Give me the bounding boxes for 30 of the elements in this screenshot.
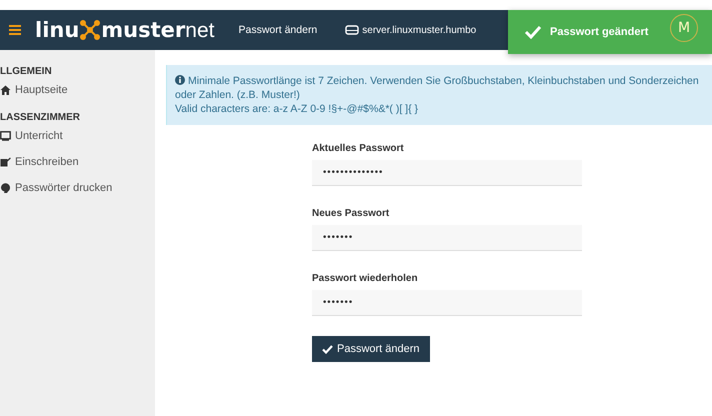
sidebar-heading: LLGEMEIN xyxy=(0,66,53,77)
sidebar-item[interactable]: Unterricht xyxy=(0,128,155,144)
change-password-button[interactable]: Passwort ändern xyxy=(312,336,430,362)
info-text: Minimale Passwortlänge ist 7 Zeichen. Verwenden Sie Großbuchstaben, Kleinbuchstaben und Sonderzeichen oder Zahlen. (z.B. Muster!) xyxy=(175,74,700,102)
checkmark-icon xyxy=(322,344,333,354)
sidebar-item[interactable]: Hauptseite xyxy=(0,82,155,98)
logo-text: muster xyxy=(101,20,186,40)
password-field[interactable]: •••••••••••••• xyxy=(312,160,582,186)
server-name: server.linuxmuster.humbo xyxy=(362,24,476,36)
home-icon xyxy=(0,85,11,95)
logo-x-icon xyxy=(79,19,102,41)
info-icon xyxy=(175,75,185,85)
toast-message: Passwort geändert xyxy=(550,26,648,38)
password-field[interactable]: ••••••• xyxy=(312,290,582,316)
edit-icon xyxy=(0,157,11,167)
logo-text: net xyxy=(185,20,214,40)
logo-text: linu xyxy=(35,20,80,40)
field-label: Passwort wiederholen xyxy=(312,273,419,284)
menu-icon[interactable] xyxy=(9,24,21,36)
password-field[interactable]: ••••••• xyxy=(312,225,582,251)
page-title: Passwort ändern xyxy=(238,24,318,36)
checkmark-icon xyxy=(524,25,542,39)
field-label: Neues Passwort xyxy=(312,208,390,219)
sidebar-item[interactable]: Einschreiben xyxy=(0,154,155,170)
info-text: Valid characters are: a-z A-Z 0-9 !§+-@#$%&*( )[ ]{ } xyxy=(175,102,420,116)
sidebar-heading: LASSENZIMMER xyxy=(0,112,81,123)
server-icon xyxy=(345,25,360,35)
field-label: Aktuelles Passwort xyxy=(312,143,405,154)
screen-icon xyxy=(0,131,11,141)
sidebar-item[interactable]: Passwörter drucken xyxy=(0,180,155,196)
